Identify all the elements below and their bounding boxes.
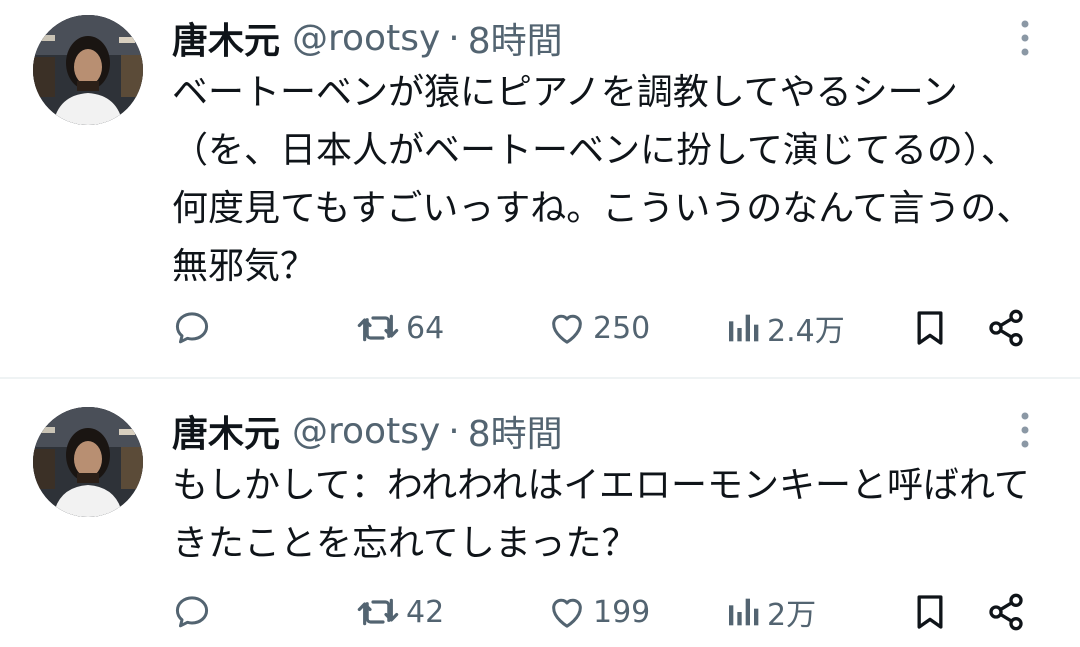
bookmark-button[interactable]	[910, 300, 950, 356]
reply-icon	[175, 312, 209, 344]
display-name[interactable]: 唐木元	[172, 12, 280, 64]
views-button[interactable]: 2万	[727, 584, 816, 640]
share-icon	[989, 593, 1023, 631]
more-vertical-icon	[1021, 20, 1029, 56]
more-button[interactable]	[1010, 17, 1040, 59]
separator-dot: ·	[448, 17, 460, 59]
share-button[interactable]	[986, 300, 1026, 356]
avatar-image	[33, 15, 143, 125]
separator-dot: ·	[448, 410, 460, 452]
like-count: 199	[593, 594, 651, 630]
retweet-button[interactable]: 64	[356, 300, 444, 356]
retweet-icon	[357, 314, 399, 342]
bookmark-icon	[917, 595, 943, 629]
timestamp[interactable]: 8時間	[468, 405, 563, 457]
retweet-count: 42	[406, 594, 445, 630]
bookmark-button[interactable]	[910, 584, 950, 640]
tweet[interactable]: 唐木元 @rootsy · 8時間 もしかして：われわれはイエローモンキーと呼ば…	[0, 380, 1080, 647]
bookmark-icon	[917, 311, 943, 345]
like-button[interactable]: 199	[547, 584, 650, 640]
like-count: 250	[593, 310, 651, 346]
tweet-header: 唐木元 @rootsy · 8時間	[172, 12, 563, 64]
share-button[interactable]	[986, 584, 1026, 640]
retweet-count: 64	[406, 310, 445, 346]
action-bar: 64 250 2.4万	[0, 300, 1080, 356]
views-bar-chart-icon	[729, 314, 759, 342]
reply-button[interactable]	[172, 300, 218, 356]
tweet[interactable]: 唐木元 @rootsy · 8時間 ベートーベンが猿にピアノを調教してやるシーン…	[0, 0, 1080, 378]
reply-button[interactable]	[172, 584, 218, 640]
tweet-divider	[0, 377, 1080, 379]
user-handle[interactable]: @rootsy	[292, 18, 440, 59]
retweet-icon	[357, 598, 399, 626]
retweet-button[interactable]: 42	[356, 584, 444, 640]
reply-icon	[175, 596, 209, 628]
avatar[interactable]	[33, 407, 143, 517]
more-button[interactable]	[1010, 409, 1040, 451]
views-button[interactable]: 2.4万	[727, 300, 845, 356]
action-bar: 42 199 2万	[0, 584, 1080, 640]
view-count: 2.4万	[767, 314, 845, 349]
tweet-text: もしかして：われわれはイエローモンキーと呼ばれてきたことを忘れてしまった？	[172, 465, 1030, 564]
tweet-text: ベートーベンが猿にピアノを調教してやるシーン（を、日本人がベートーベンに扮して演…	[172, 72, 1033, 287]
avatar[interactable]	[33, 15, 143, 125]
heart-icon	[552, 598, 582, 628]
views-bar-chart-icon	[729, 598, 759, 626]
timestamp[interactable]: 8時間	[468, 12, 563, 64]
display-name[interactable]: 唐木元	[172, 405, 280, 457]
tweet-header: 唐木元 @rootsy · 8時間	[172, 405, 563, 457]
view-count: 2万	[767, 598, 817, 633]
heart-icon	[552, 314, 582, 344]
user-handle[interactable]: @rootsy	[292, 411, 440, 452]
like-button[interactable]: 250	[547, 300, 650, 356]
avatar-image	[33, 407, 143, 517]
more-vertical-icon	[1021, 412, 1029, 448]
share-icon	[989, 309, 1023, 347]
